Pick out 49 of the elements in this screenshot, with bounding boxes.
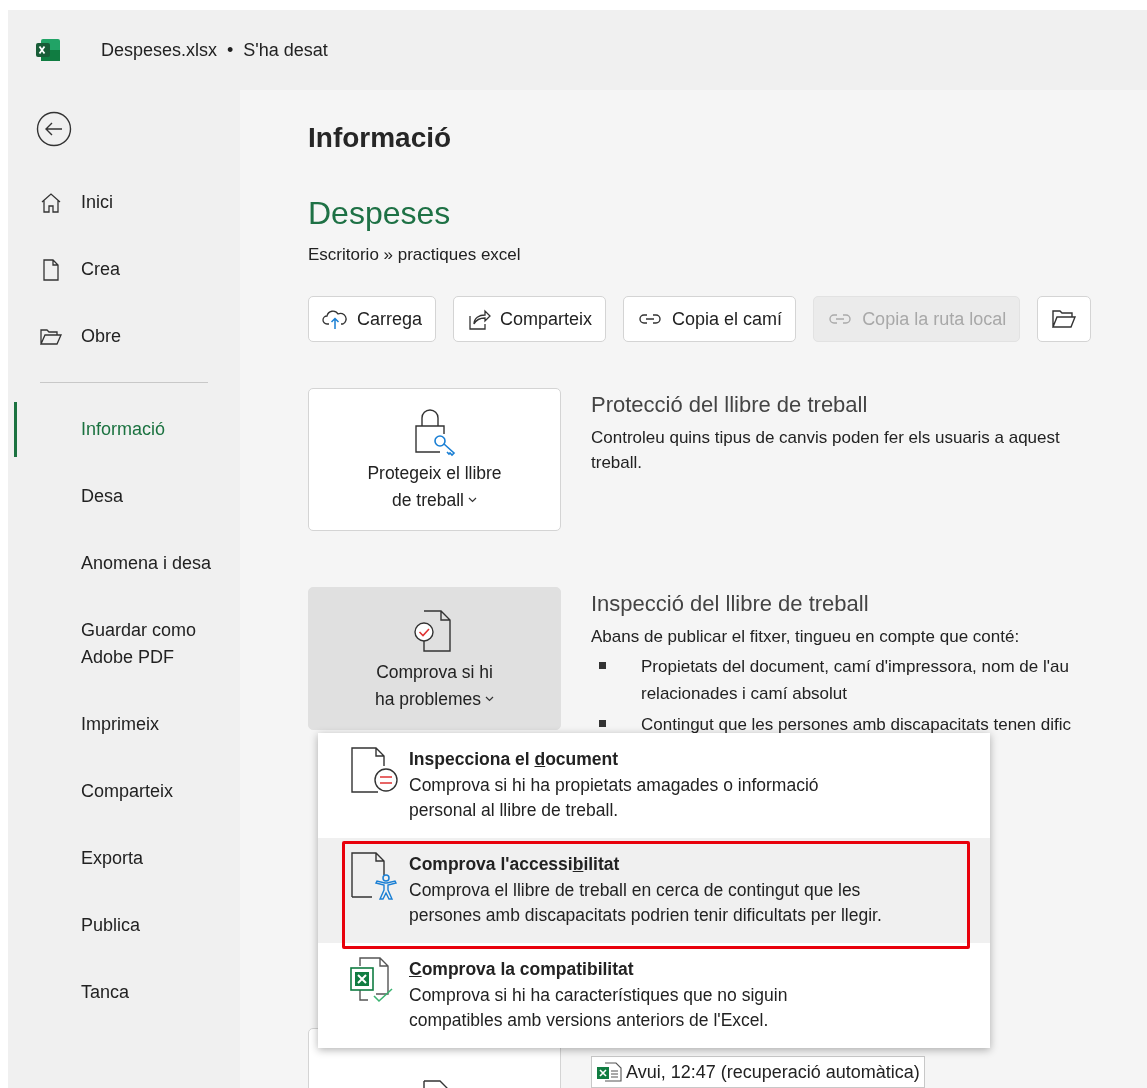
sidebar-item[interactable]: Obre: [8, 303, 240, 370]
menu-item-title: Comprova l'accessibilitat: [409, 853, 621, 876]
sidebar-item[interactable]: Tanca: [8, 959, 240, 1026]
menu-item-description: Comprova si hi ha característiques que no siguin compatibles amb versions anteriors de l'Excel.: [409, 984, 788, 1032]
toolbar-button[interactable]: Comparteix: [453, 296, 607, 342]
toolbar-button[interactable]: Copia el camí: [623, 296, 797, 342]
folder-button[interactable]: [1037, 296, 1092, 342]
separator-dot: •: [227, 39, 234, 61]
dropdown-card-button[interactable]: Comprova si hi ha problemes: [308, 587, 561, 730]
caret-icon: [468, 496, 477, 503]
sidebar-item[interactable]: Comparteix: [8, 758, 240, 825]
share-icon: [467, 307, 492, 331]
sidebar-item[interactable]: Publica: [8, 892, 240, 959]
dropdown-card-button[interactable]: Protegeix el llibre de treball: [308, 388, 561, 531]
version-item[interactable]: Avui, 12:47 (recuperació automàtica): [591, 1056, 925, 1088]
menu-item[interactable]: Comprova la compatibilitat Comprova si hi ha característiques que no siguin compatibles amb versions anteriors de l'Excel.: [318, 943, 990, 1048]
menu-item-title: Comprova la compatibilitat: [409, 958, 635, 981]
section-description: Abans de publicar el fitxer, tingueu en compte que conté:: [591, 626, 1021, 648]
caret-icon: [485, 695, 494, 702]
sidebar-item[interactable]: Informació: [8, 396, 240, 463]
bullet-text: Propietats del document, camí d'impressora, nom de l'au relacionades i camí absolut: [641, 656, 1069, 705]
bullet-icon: [599, 662, 606, 669]
file-name: Despeses.xlsx: [101, 39, 218, 61]
sidebar-item[interactable]: Anomena i desa: [8, 530, 240, 597]
bullet-icon: [599, 720, 606, 727]
spreadsheet-icon: [596, 1062, 622, 1082]
folder-icon: [1051, 308, 1078, 330]
menu-item-description: Comprova si hi ha propietats amagades o informació personal al llibre de treball.: [409, 774, 819, 822]
toolbar-button[interactable]: Carrega: [308, 296, 437, 342]
section-heading: Inspecció del llibre de treball: [591, 590, 870, 618]
spreadsheet-icon: [35, 37, 61, 63]
sidebar-item[interactable]: Guardar como Adobe PDF: [8, 597, 240, 691]
page-heading: Informació: [308, 121, 453, 155]
document-name: Despeses: [308, 194, 452, 233]
sidebar-item[interactable]: Desa: [8, 463, 240, 530]
menu-item-title: Inspecciona el document: [409, 748, 620, 771]
menu-item[interactable]: Inspecciona el document Comprova si hi ha propietats amagades o informació personal al llibre de treball.: [318, 733, 990, 838]
section-description: Controleu quins tipus de canvis poden fer els usuaris a aquest treball.: [591, 427, 1060, 474]
sidebar-item[interactable]: Imprimeix: [8, 691, 240, 758]
back-icon[interactable]: [36, 111, 72, 147]
cloud-upload-icon: [322, 308, 348, 330]
bullet-text: Contingut que les persones amb discapacitats tenen dific: [641, 714, 1071, 736]
sidebar-item[interactable]: Inici: [8, 169, 240, 236]
section-heading: Protecció del llibre de treball: [591, 391, 869, 419]
menu-item-description: Comprova el llibre de treball en cerca de contingut que les persones amb discapacitats podrien tenir dificultats per llegir.: [409, 879, 882, 927]
sidebar-item[interactable]: Exporta: [8, 825, 240, 892]
save-status: S'ha desat: [243, 39, 328, 61]
sidebar-item[interactable]: Crea: [8, 236, 240, 303]
document-location: Escritorio » practiques excel: [308, 244, 522, 266]
